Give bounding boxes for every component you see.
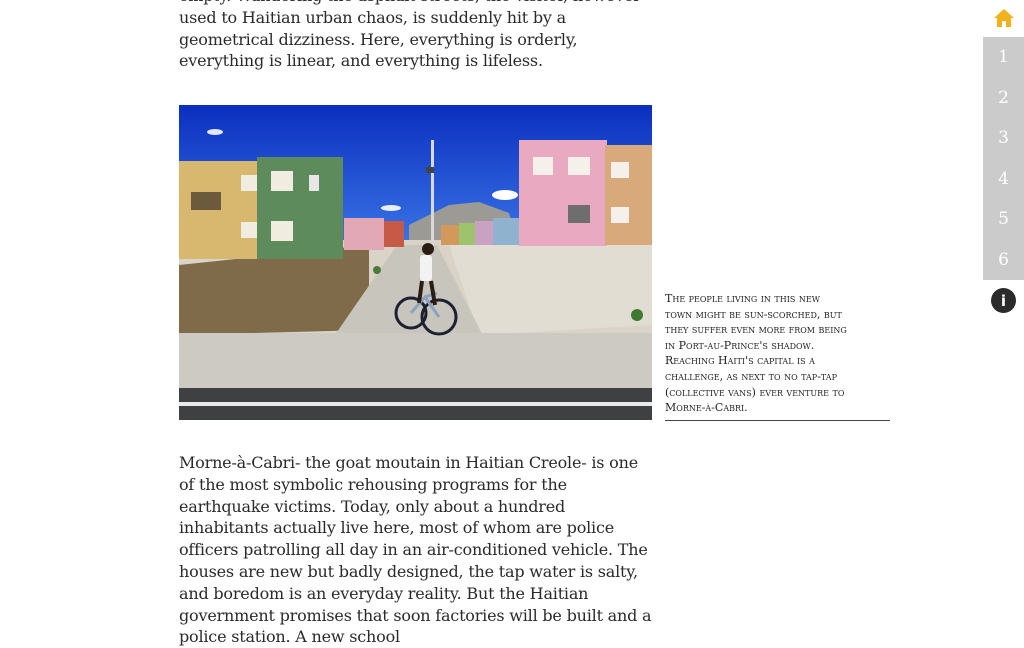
- page-1-button[interactable]: 1: [983, 37, 1024, 78]
- photo-caption: The people living in this new town might…: [665, 291, 890, 421]
- article-paragraph-top: empty. Wandering the asphalt streets, th…: [179, 0, 641, 71]
- house-icon: [993, 9, 1014, 27]
- page-4-button[interactable]: 4: [983, 159, 1024, 200]
- article-paragraph-bottom: Morne-à-Cabri- the goat moutain in Haiti…: [179, 453, 652, 647]
- photo-morne-a-cabri: [179, 105, 652, 420]
- chapter-nav: 1 2 3 4 5 6 i: [983, 0, 1024, 615]
- page-2-button[interactable]: 2: [983, 78, 1024, 119]
- info-icon[interactable]: i: [991, 288, 1016, 313]
- page-3-button[interactable]: 3: [983, 118, 1024, 159]
- page-5-button[interactable]: 5: [983, 199, 1024, 240]
- home-button[interactable]: [983, 0, 1024, 36]
- page-6-button[interactable]: 6: [983, 240, 1024, 281]
- caption-text: The people living in this new town might…: [665, 292, 847, 415]
- page-list: 1 2 3 4 5 6: [983, 37, 1024, 280]
